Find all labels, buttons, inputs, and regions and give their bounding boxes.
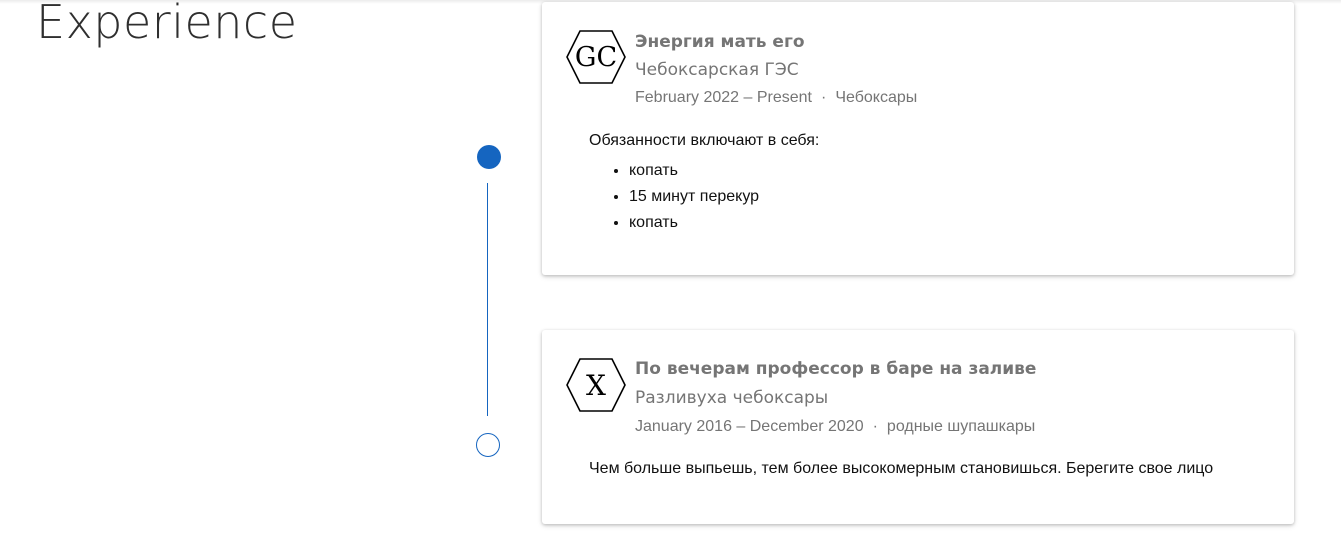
job-meta: January 2016 – December 2020 · родные шупа… [635,418,1035,436]
job-location: Чебоксары [835,89,918,106]
company-name: Чебоксарская ГЭС [635,60,799,80]
job-location: родные шупашкары [886,418,1036,435]
duty-item: копать [629,158,759,184]
job-dates: January 2016 – December 2020 [635,418,864,435]
job-title: По вечерам профессор в баре на заливе [635,359,1037,379]
job-title: Энергия мать его [635,32,805,52]
experience-card: GC Энергия мать его Чебоксарская ГЭС Feb… [542,2,1294,275]
company-logo-icon: GC [566,30,626,84]
company-logo-text: GC [575,42,617,73]
experience-page: Experience GC Энергия мать его Чебоксарс… [0,0,1341,541]
experience-card: X По вечерам профессор в баре на заливе … [542,330,1294,524]
meta-separator: · [872,418,878,435]
timeline-line [487,183,488,416]
company-name: Разливуха чебоксары [635,388,829,408]
duty-item: 15 минут перекур [629,184,759,210]
company-logo-text: X [586,369,606,402]
company-logo-icon: X [566,358,626,412]
job-description: Обязанности включают в себя: [589,132,820,149]
timeline-dot-active[interactable] [477,145,501,169]
job-description: Чем больше выпьешь, тем более высокомерн… [589,460,1214,477]
duties-list: копать 15 минут перекур копать [589,158,759,236]
section-title: Experience [36,0,298,49]
duty-item: копать [629,210,759,236]
meta-separator: · [821,89,827,106]
timeline-dot-inactive[interactable] [476,433,500,457]
job-meta: February 2022 – Present · Чебоксары [635,89,917,107]
job-dates: February 2022 – Present [635,89,812,106]
